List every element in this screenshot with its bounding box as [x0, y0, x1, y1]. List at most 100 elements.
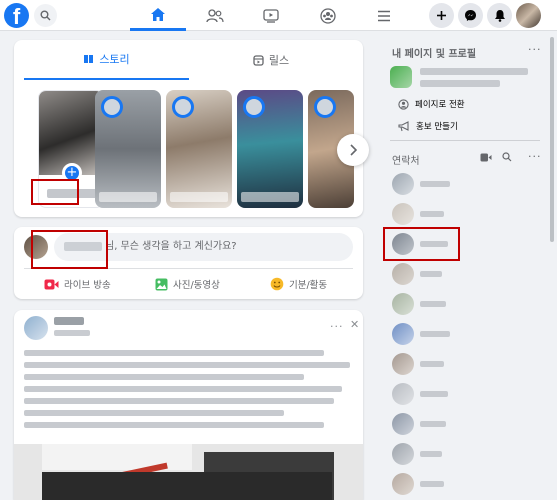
contacts-more-icon[interactable]: ···	[528, 150, 542, 163]
contact-item[interactable]	[392, 293, 542, 315]
contact-name	[420, 301, 446, 307]
facebook-logo[interactable]: f	[4, 3, 29, 29]
post-text-line	[24, 410, 284, 416]
story-avatar	[172, 96, 194, 118]
contact-avatar	[392, 413, 414, 435]
tab-reels-label: 릴스	[268, 54, 290, 67]
contact-item[interactable]	[392, 173, 542, 195]
nav-home-tab[interactable]	[130, 0, 186, 31]
sidebar-divider	[390, 140, 540, 141]
create-button[interactable]	[429, 3, 454, 28]
photo-icon	[155, 278, 168, 290]
feeling-activity-button[interactable]: 기분/활동	[270, 273, 327, 295]
nav-menu-tab[interactable]	[356, 0, 412, 31]
search-button[interactable]	[34, 4, 57, 27]
search-icon	[40, 10, 51, 21]
switch-profile-icon	[398, 98, 409, 110]
story-avatar	[243, 96, 265, 118]
switch-to-page-link[interactable]: 페이지로 전환	[398, 96, 465, 112]
post-timestamp[interactable]	[54, 330, 90, 336]
highlight-box	[383, 227, 460, 261]
post-text-line	[24, 350, 324, 356]
tab-stories-label: 스토리	[99, 53, 130, 66]
tab-reels[interactable]: 릴스	[189, 40, 353, 80]
bell-icon	[494, 10, 505, 22]
contact-avatar	[392, 323, 414, 345]
create-promotion-label: 홍보 만들기	[416, 122, 458, 132]
menu-icon	[378, 10, 390, 21]
contact-item[interactable]	[392, 443, 542, 465]
post-close-icon[interactable]: ✕	[350, 318, 359, 331]
photo-video-label: 사진/동영상	[173, 280, 220, 291]
contact-name	[420, 481, 444, 487]
plus-icon	[437, 11, 446, 20]
post-author-name[interactable]	[54, 317, 84, 325]
sidebar-scrollbar[interactable]	[547, 31, 557, 500]
chevron-right-icon	[350, 144, 357, 156]
post-text-line	[24, 374, 304, 380]
contact-item[interactable]	[392, 383, 542, 405]
story-author	[170, 192, 228, 202]
contacts-heading: 연락처	[392, 156, 420, 167]
contact-item[interactable]	[392, 353, 542, 375]
stories-tabs: 스토리 릴스	[24, 40, 353, 80]
contact-name	[420, 391, 448, 397]
switch-to-page-label: 페이지로 전환	[415, 100, 465, 110]
create-promotion-link[interactable]: 홍보 만들기	[398, 118, 458, 134]
contact-item[interactable]	[392, 263, 542, 285]
nav-friends-tab[interactable]	[187, 0, 243, 31]
contact-avatar	[392, 383, 414, 405]
contact-name	[420, 451, 442, 457]
contact-avatar	[392, 353, 414, 375]
story-card[interactable]	[95, 90, 161, 208]
story-avatar	[314, 96, 336, 118]
contact-avatar	[392, 293, 414, 315]
post-author-avatar[interactable]	[24, 316, 48, 340]
highlight-box	[31, 179, 79, 205]
contact-name	[420, 331, 450, 337]
groups-icon	[320, 7, 336, 24]
top-navigation-bar: f	[0, 0, 557, 31]
page-name[interactable]	[420, 68, 528, 75]
contact-item[interactable]	[392, 413, 542, 435]
account-avatar[interactable]	[516, 3, 541, 28]
contact-name	[420, 271, 442, 277]
photo-video-button[interactable]: 사진/동영상	[155, 273, 220, 295]
story-card[interactable]	[166, 90, 232, 208]
messenger-button[interactable]	[458, 3, 483, 28]
search-contacts-icon[interactable]	[502, 152, 512, 162]
nav-groups-tab[interactable]	[300, 0, 356, 31]
contact-item[interactable]	[392, 203, 542, 225]
story-author	[241, 192, 299, 202]
contact-name	[420, 361, 444, 367]
contact-avatar	[392, 263, 414, 285]
live-video-label: 라이브 방송	[64, 280, 111, 291]
pages-more-icon[interactable]: ···	[528, 43, 542, 56]
tab-stories[interactable]: 스토리	[24, 40, 189, 80]
page-avatar[interactable]	[390, 66, 412, 88]
megaphone-icon	[398, 120, 409, 131]
contact-avatar	[392, 443, 414, 465]
post-text-line	[24, 422, 324, 428]
post-image[interactable]	[14, 444, 363, 500]
contact-avatar	[392, 203, 414, 225]
contact-item[interactable]	[392, 323, 542, 345]
feed-post: ··· ✕	[14, 310, 363, 500]
post-image-keyboard	[42, 472, 332, 500]
story-card[interactable]	[237, 90, 303, 208]
post-more-options-icon[interactable]: ···	[330, 320, 344, 333]
scrollbar-thumb[interactable]	[550, 37, 554, 242]
nav-watch-tab[interactable]	[243, 0, 299, 31]
story-avatar	[101, 96, 123, 118]
watch-icon	[263, 8, 279, 23]
notifications-button[interactable]	[487, 3, 512, 28]
video-call-icon[interactable]	[480, 153, 492, 162]
feeling-activity-label: 기분/활동	[289, 280, 328, 291]
live-video-button[interactable]: 라이브 방송	[44, 273, 111, 295]
post-image-paper	[42, 444, 192, 470]
contact-avatar	[392, 473, 414, 495]
contact-item[interactable]	[392, 473, 542, 495]
book-icon	[84, 55, 94, 63]
post-text-line	[24, 386, 342, 392]
stories-next-button[interactable]	[337, 134, 369, 166]
